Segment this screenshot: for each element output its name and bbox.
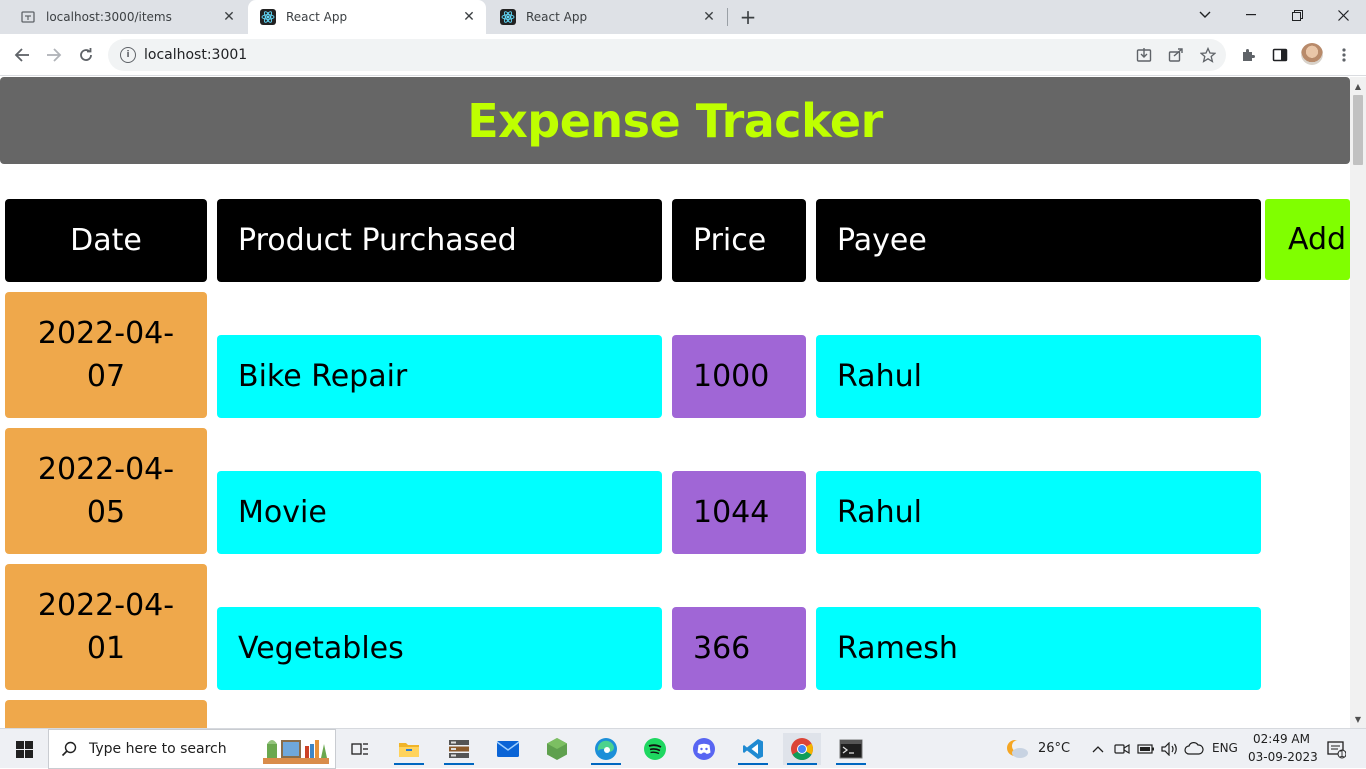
node-icon[interactable]: [538, 733, 576, 765]
add-button[interactable]: Add: [1265, 199, 1350, 280]
table-row-product: Vegetables: [217, 607, 662, 690]
bookmark-star-icon[interactable]: [1196, 43, 1220, 67]
clock-date[interactable]: 03-09-2023: [1248, 750, 1318, 764]
running-indicator: [444, 763, 474, 765]
react-icon: [500, 9, 516, 25]
side-panel-icon[interactable]: [1268, 43, 1292, 67]
running-indicator: [394, 763, 424, 765]
tab-react-app[interactable]: React App ✕: [488, 0, 726, 34]
menu-kebab-icon[interactable]: [1332, 43, 1356, 67]
running-indicator: [591, 763, 621, 765]
extensions-puzzle-icon[interactable]: [1236, 43, 1260, 67]
table-row-date: 2022-04- 01: [5, 564, 207, 690]
close-window-button[interactable]: [1320, 0, 1366, 30]
column-header-price: Price: [672, 199, 806, 282]
address-bar[interactable]: i localhost:3001: [108, 39, 1226, 71]
notification-icon[interactable]: 1: [1316, 733, 1356, 765]
profile-avatar[interactable]: [1301, 43, 1323, 65]
react-icon: [260, 9, 276, 25]
windows-taskbar: Type here to search 26°C ENG 02:49 AM 03…: [0, 728, 1366, 769]
spotify-icon[interactable]: [636, 733, 674, 765]
database-tool-icon[interactable]: [440, 733, 478, 765]
table-row-product: Bike Repair: [217, 335, 662, 418]
discord-icon[interactable]: [685, 733, 723, 765]
language-indicator[interactable]: ENG: [1212, 741, 1238, 755]
tab-search-chevron-icon[interactable]: [1182, 0, 1228, 30]
new-tab-button[interactable]: +: [736, 5, 760, 29]
app-header: Expense Tracker: [0, 77, 1350, 164]
task-view-icon[interactable]: [341, 733, 379, 765]
table-row-payee: Rahul: [816, 335, 1261, 418]
tab-strip: localhost:3000/items ✕ React App ✕ React…: [0, 0, 1366, 34]
running-indicator: [738, 763, 768, 765]
weather-temperature[interactable]: 26°C: [1038, 741, 1070, 756]
column-header-date: Date: [5, 199, 207, 282]
vscode-icon[interactable]: [734, 733, 772, 765]
chrome-icon[interactable]: [783, 733, 821, 765]
vertical-scrollbar[interactable]: ▲ ▼: [1350, 77, 1366, 728]
page-viewport: Expense Tracker Date Product Purchased P…: [0, 77, 1350, 728]
share-icon[interactable]: [1164, 43, 1188, 67]
table-row-date-partial: [5, 700, 207, 728]
table-row-price: 1044: [672, 471, 806, 554]
back-arrow-icon[interactable]: [10, 43, 34, 67]
table-row-price: 366: [672, 607, 806, 690]
date-part: 2022-04-: [37, 316, 175, 351]
reload-icon[interactable]: [74, 43, 98, 67]
taskbar-search-box[interactable]: Type here to search: [48, 729, 336, 769]
search-highlight-illustration-icon: [261, 734, 331, 766]
restore-button[interactable]: [1274, 0, 1320, 30]
scroll-down-arrow-icon[interactable]: ▼: [1350, 712, 1366, 726]
close-tab-icon[interactable]: ✕: [220, 8, 238, 26]
edge-icon[interactable]: [587, 733, 625, 765]
page-icon: [20, 9, 36, 25]
tab-separator: [727, 8, 728, 26]
tab-title: localhost:3000/items: [46, 10, 172, 24]
table-row-payee: Rahul: [816, 471, 1261, 554]
forward-arrow-icon[interactable]: [42, 43, 66, 67]
tab-title: React App: [526, 10, 588, 24]
site-info-icon[interactable]: i: [120, 47, 136, 63]
date-part: 01: [86, 631, 126, 666]
running-indicator: [836, 763, 866, 765]
scroll-up-arrow-icon[interactable]: ▲: [1350, 79, 1366, 93]
search-icon: [61, 741, 77, 757]
network-cloud-icon[interactable]: [1180, 733, 1208, 765]
windows-start-icon[interactable]: [5, 733, 43, 765]
browser-toolbar: i localhost:3001: [0, 34, 1366, 76]
table-row-date: 2022-04- 05: [5, 428, 207, 554]
clock-time[interactable]: 02:49 AM: [1253, 732, 1310, 746]
notification-count: 1: [1339, 750, 1345, 760]
tab-title: React App: [286, 10, 348, 24]
scroll-thumb[interactable]: [1353, 95, 1363, 165]
column-header-product: Product Purchased: [217, 199, 662, 282]
running-indicator: [787, 763, 817, 765]
date-part: 2022-04-: [37, 452, 175, 487]
url-text: localhost:3001: [144, 47, 248, 63]
mail-icon[interactable]: [489, 733, 527, 765]
table-row-price: 1000: [672, 335, 806, 418]
tab-react-app-active[interactable]: React App ✕: [248, 0, 486, 34]
date-part: 07: [86, 359, 126, 394]
search-placeholder: Type here to search: [89, 741, 227, 757]
file-explorer-icon[interactable]: [390, 733, 428, 765]
table-row-payee: Ramesh: [816, 607, 1261, 690]
date-part: 2022-04-: [37, 588, 175, 623]
close-tab-icon[interactable]: ✕: [700, 8, 718, 26]
terminal-icon[interactable]: [832, 733, 870, 765]
date-part: 05: [86, 495, 126, 530]
table-row-product: Movie: [217, 471, 662, 554]
table-row-date: 2022-04- 07: [5, 292, 207, 418]
weather-icon[interactable]: [998, 733, 1036, 765]
page-title: Expense Tracker: [467, 93, 883, 148]
tab-localhost-items[interactable]: localhost:3000/items ✕: [8, 0, 246, 34]
minimize-button[interactable]: [1228, 0, 1274, 30]
close-tab-icon[interactable]: ✕: [460, 8, 478, 26]
column-header-payee: Payee: [816, 199, 1261, 282]
install-app-icon[interactable]: [1132, 43, 1156, 67]
